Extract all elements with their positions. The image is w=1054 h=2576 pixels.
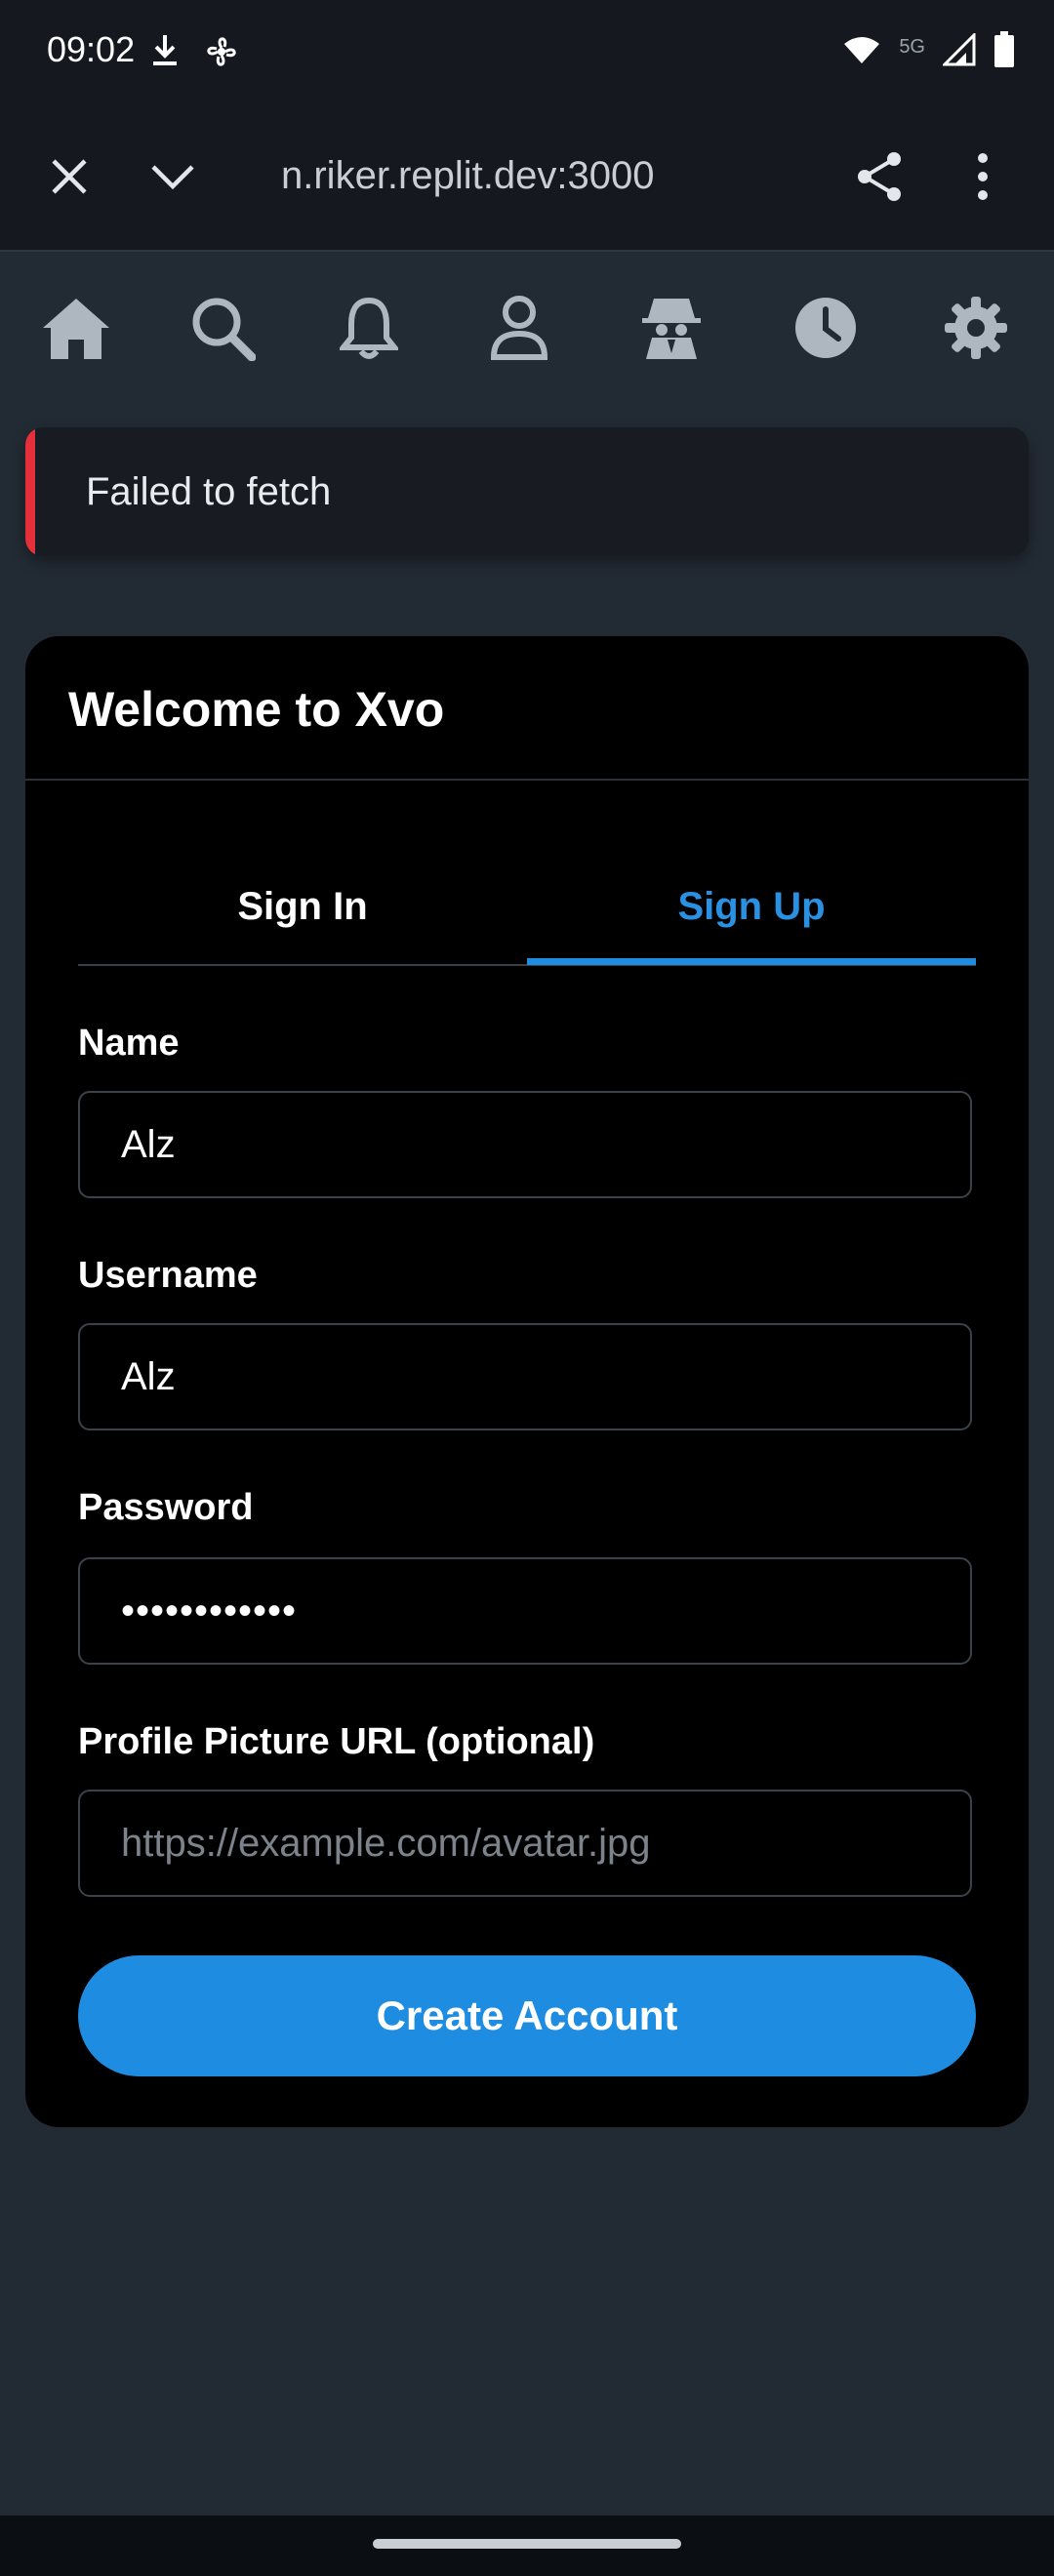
more-vert-icon xyxy=(976,152,990,206)
create-account-button[interactable]: Create Account xyxy=(78,1955,976,2076)
username-field[interactable]: Alz xyxy=(78,1323,972,1430)
fan-icon xyxy=(203,33,240,75)
tab-sign-in[interactable]: Sign In xyxy=(78,851,527,962)
auth-tabs: Sign In Sign Up xyxy=(78,851,976,966)
nav-search[interactable] xyxy=(183,291,262,369)
spy-icon xyxy=(640,295,703,366)
divider xyxy=(25,779,1029,781)
more-options-button[interactable] xyxy=(949,144,1017,213)
share-button[interactable] xyxy=(845,144,913,213)
gesture-bar xyxy=(0,2516,1054,2576)
search-icon xyxy=(189,295,257,366)
close-icon xyxy=(50,157,89,201)
battery-icon xyxy=(993,31,1015,73)
alert-accent xyxy=(25,427,35,556)
chevron-down-icon xyxy=(150,162,195,196)
download-icon xyxy=(148,33,182,75)
nav-home[interactable] xyxy=(37,291,115,369)
user-icon xyxy=(490,295,548,366)
wifi-icon xyxy=(842,34,881,70)
alert-message: Failed to fetch xyxy=(86,470,332,513)
username-label: Username xyxy=(78,1255,258,1296)
nav-history[interactable] xyxy=(787,291,865,369)
name-label: Name xyxy=(78,1023,180,1064)
password-field[interactable]: •••••••••••• xyxy=(78,1557,972,1665)
gear-icon xyxy=(945,296,1007,364)
nav-profile[interactable] xyxy=(480,291,558,369)
status-time: 09:02 xyxy=(47,29,136,69)
avatar-url-field[interactable]: https://example.com/avatar.jpg xyxy=(78,1790,972,1897)
close-button[interactable] xyxy=(35,144,103,213)
network-type: 5G xyxy=(899,36,925,58)
nav-settings[interactable] xyxy=(937,291,1015,369)
nav-incognito[interactable] xyxy=(632,291,710,369)
share-icon xyxy=(855,150,904,208)
error-alert: Failed to fetch xyxy=(25,427,1029,556)
home-icon xyxy=(39,295,113,366)
tab-dropdown-button[interactable] xyxy=(139,144,207,213)
clock-icon xyxy=(793,296,858,365)
signal-icon xyxy=(941,31,976,71)
tab-sign-up[interactable]: Sign Up xyxy=(527,851,976,962)
password-label: Password xyxy=(78,1487,254,1528)
active-tab-indicator xyxy=(527,958,976,965)
home-gesture-handle[interactable] xyxy=(373,2539,681,2549)
name-field[interactable]: Alz xyxy=(78,1091,972,1198)
status-bar: 09:02 5G xyxy=(0,0,1054,107)
nav-notifications[interactable] xyxy=(330,291,408,369)
avatar-url-label: Profile Picture URL (optional) xyxy=(78,1721,595,1762)
app-nav xyxy=(0,252,1054,398)
auth-card: Welcome to Xvo Sign In Sign Up Name Alz … xyxy=(25,636,1029,2127)
card-title: Welcome to Xvo xyxy=(68,682,445,737)
browser-toolbar: n.riker.replit.dev:3000 xyxy=(0,107,1054,252)
url-bar[interactable]: n.riker.replit.dev:3000 xyxy=(281,154,654,198)
bell-icon xyxy=(337,295,401,366)
